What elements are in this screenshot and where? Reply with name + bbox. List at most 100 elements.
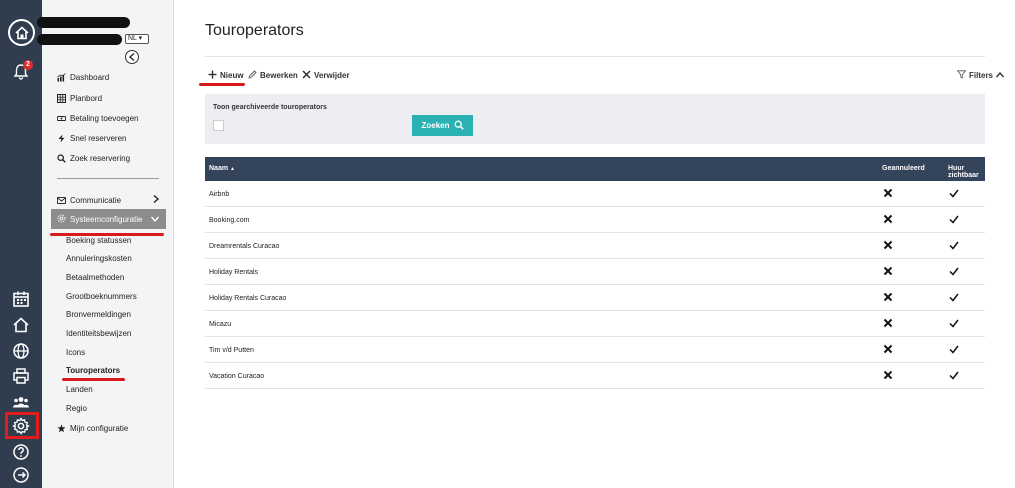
filters-toggle[interactable]: Filters xyxy=(956,70,1005,81)
table-row[interactable]: Vacation Curacao xyxy=(205,363,985,389)
language-value: NL xyxy=(128,35,137,42)
table-row[interactable]: Booking.com xyxy=(205,207,985,233)
delete-button-label: Verwijder xyxy=(314,71,350,80)
sidebar-divider xyxy=(57,178,159,179)
cell-name: Holiday Rentals Curacao xyxy=(209,295,287,302)
column-header-name[interactable]: Naam ▲ xyxy=(209,165,235,172)
submenu-item-bronvermeldingen[interactable]: Bronvermeldingen xyxy=(66,310,131,319)
submenu-item-grootboeknummers[interactable]: Grootboeknummers xyxy=(66,292,137,301)
bolt-icon xyxy=(57,134,66,143)
check-icon xyxy=(949,293,959,302)
filters-label: Filters xyxy=(969,71,994,80)
check-icon xyxy=(949,319,959,328)
column-header-label: Naam xyxy=(209,165,229,172)
globe-icon[interactable] xyxy=(10,340,32,362)
icon-rail: 2 xyxy=(0,0,42,488)
table-row[interactable]: Airbnb xyxy=(205,181,985,207)
home-logo-icon[interactable] xyxy=(8,19,35,46)
collapse-sidebar-button[interactable] xyxy=(125,50,139,64)
sidebar-item-betaling-toevoegen[interactable]: Betaling toevoegen xyxy=(57,114,139,123)
chevron-down-icon xyxy=(150,215,160,224)
filter-panel: Toon gearchiveerde touroperators Zoeken xyxy=(205,94,985,144)
cross-icon xyxy=(883,318,893,328)
cell-name: Booking.com xyxy=(209,217,250,224)
archived-checkbox[interactable] xyxy=(213,120,224,131)
cell-name: Vacation Curacao xyxy=(209,373,265,380)
submenu-item-annuleringskosten[interactable]: Annuleringskosten xyxy=(66,254,132,263)
star-icon xyxy=(57,424,66,433)
check-icon xyxy=(949,267,959,276)
cell-name: Airbnb xyxy=(209,191,230,198)
cross-icon xyxy=(883,214,893,224)
submenu-item-touroperators[interactable]: Touroperators xyxy=(66,366,120,375)
language-select[interactable]: NL ▾ xyxy=(125,34,149,44)
delete-button[interactable]: Verwijder xyxy=(302,70,350,81)
edit-button-label: Bewerken xyxy=(260,71,298,80)
printer-icon[interactable] xyxy=(10,365,32,387)
table-header: Naam ▲ Geannuleerd Huur zichtbaar xyxy=(205,157,985,181)
sidebar-item-label: Betaling toevoegen xyxy=(70,114,139,123)
search-button[interactable]: Zoeken xyxy=(412,115,473,136)
sidebar-item-systeemconfiguratie[interactable]: Systeemconfiguratie xyxy=(51,209,166,229)
cross-icon xyxy=(883,370,893,380)
annotation-underline-new xyxy=(199,83,245,86)
annotation-underline-touroperators xyxy=(62,378,125,381)
cross-icon xyxy=(883,240,893,250)
table-row[interactable]: Holiday Rentals xyxy=(205,259,985,285)
notification-badge: 2 xyxy=(23,60,33,70)
redacted-user-name xyxy=(37,17,130,28)
submenu-item-landen[interactable]: Landen xyxy=(66,385,93,394)
sidebar-item-label: Zoek reservering xyxy=(70,154,131,163)
sort-asc-icon: ▲ xyxy=(230,166,235,172)
search-button-label: Zoeken xyxy=(421,121,450,130)
sidebar: NL ▾ Dashboard Planbord Betaling toevoeg… xyxy=(37,0,174,488)
table-row[interactable]: Micazu xyxy=(205,311,985,337)
submenu-item-betaalmethoden[interactable]: Betaalmethoden xyxy=(66,273,124,282)
calendar-grid-icon xyxy=(57,94,66,103)
edit-button[interactable]: Bewerken xyxy=(248,70,298,81)
cross-icon xyxy=(883,344,893,354)
submenu-item-regio[interactable]: Regio xyxy=(66,404,87,413)
submenu-item-boeking-statussen[interactable]: Boeking statussen xyxy=(66,236,131,245)
sidebar-item-snel-reserveren[interactable]: Snel reserveren xyxy=(57,134,126,143)
plus-icon xyxy=(208,70,217,81)
sidebar-item-label: Systeemconfiguratie xyxy=(70,214,143,224)
column-header-rent-visible[interactable]: Huur zichtbaar xyxy=(948,165,985,179)
submenu-item-icons[interactable]: Icons xyxy=(66,348,85,357)
table-row[interactable]: Dreamrentals Curacao xyxy=(205,233,985,259)
envelope-icon xyxy=(57,196,66,205)
sidebar-item-dashboard[interactable]: Dashboard xyxy=(57,73,109,82)
money-icon xyxy=(57,114,66,123)
sidebar-item-planbord[interactable]: Planbord xyxy=(57,94,102,103)
help-icon[interactable] xyxy=(10,441,32,463)
archived-filter-label: Toon gearchiveerde touroperators xyxy=(213,104,327,111)
cell-name: Micazu xyxy=(209,321,232,328)
calendar-icon[interactable] xyxy=(10,288,32,310)
close-icon xyxy=(302,70,311,81)
sidebar-item-mijn-configuratie[interactable]: Mijn configuratie xyxy=(57,424,128,433)
cell-name: Tim v/d Putten xyxy=(209,347,254,354)
column-header-cancelled[interactable]: Geannuleerd xyxy=(882,165,925,172)
cell-name: Dreamrentals Curacao xyxy=(209,243,280,250)
check-icon xyxy=(949,371,959,380)
sidebar-item-label: Mijn configuratie xyxy=(70,424,129,433)
search-icon xyxy=(454,120,464,132)
redacted-company-name xyxy=(37,34,122,45)
settings-annotation-box xyxy=(5,412,39,439)
new-button[interactable]: Nieuw xyxy=(208,70,244,81)
main-content: Touroperators Nieuw Bewerken Verwijder F… xyxy=(175,0,1015,488)
cross-icon xyxy=(883,266,893,276)
sidebar-item-communicatie[interactable]: Communicatie xyxy=(57,194,160,205)
table-row[interactable]: Holiday Rentals Curacao xyxy=(205,285,985,311)
check-icon xyxy=(949,241,959,250)
house-icon[interactable] xyxy=(10,314,32,336)
title-divider xyxy=(205,56,985,57)
sidebar-item-zoek-reservering[interactable]: Zoek reservering xyxy=(57,154,130,163)
gear-small-icon xyxy=(57,213,66,225)
table-row[interactable]: Tim v/d Putten xyxy=(205,337,985,363)
sidebar-item-label: Communicatie xyxy=(70,195,122,205)
submenu-item-identiteitsbewijzen[interactable]: Identiteitsbewijzen xyxy=(66,329,131,338)
users-icon[interactable] xyxy=(10,391,32,413)
logout-icon[interactable] xyxy=(10,464,32,486)
chevron-right-icon xyxy=(153,194,160,205)
